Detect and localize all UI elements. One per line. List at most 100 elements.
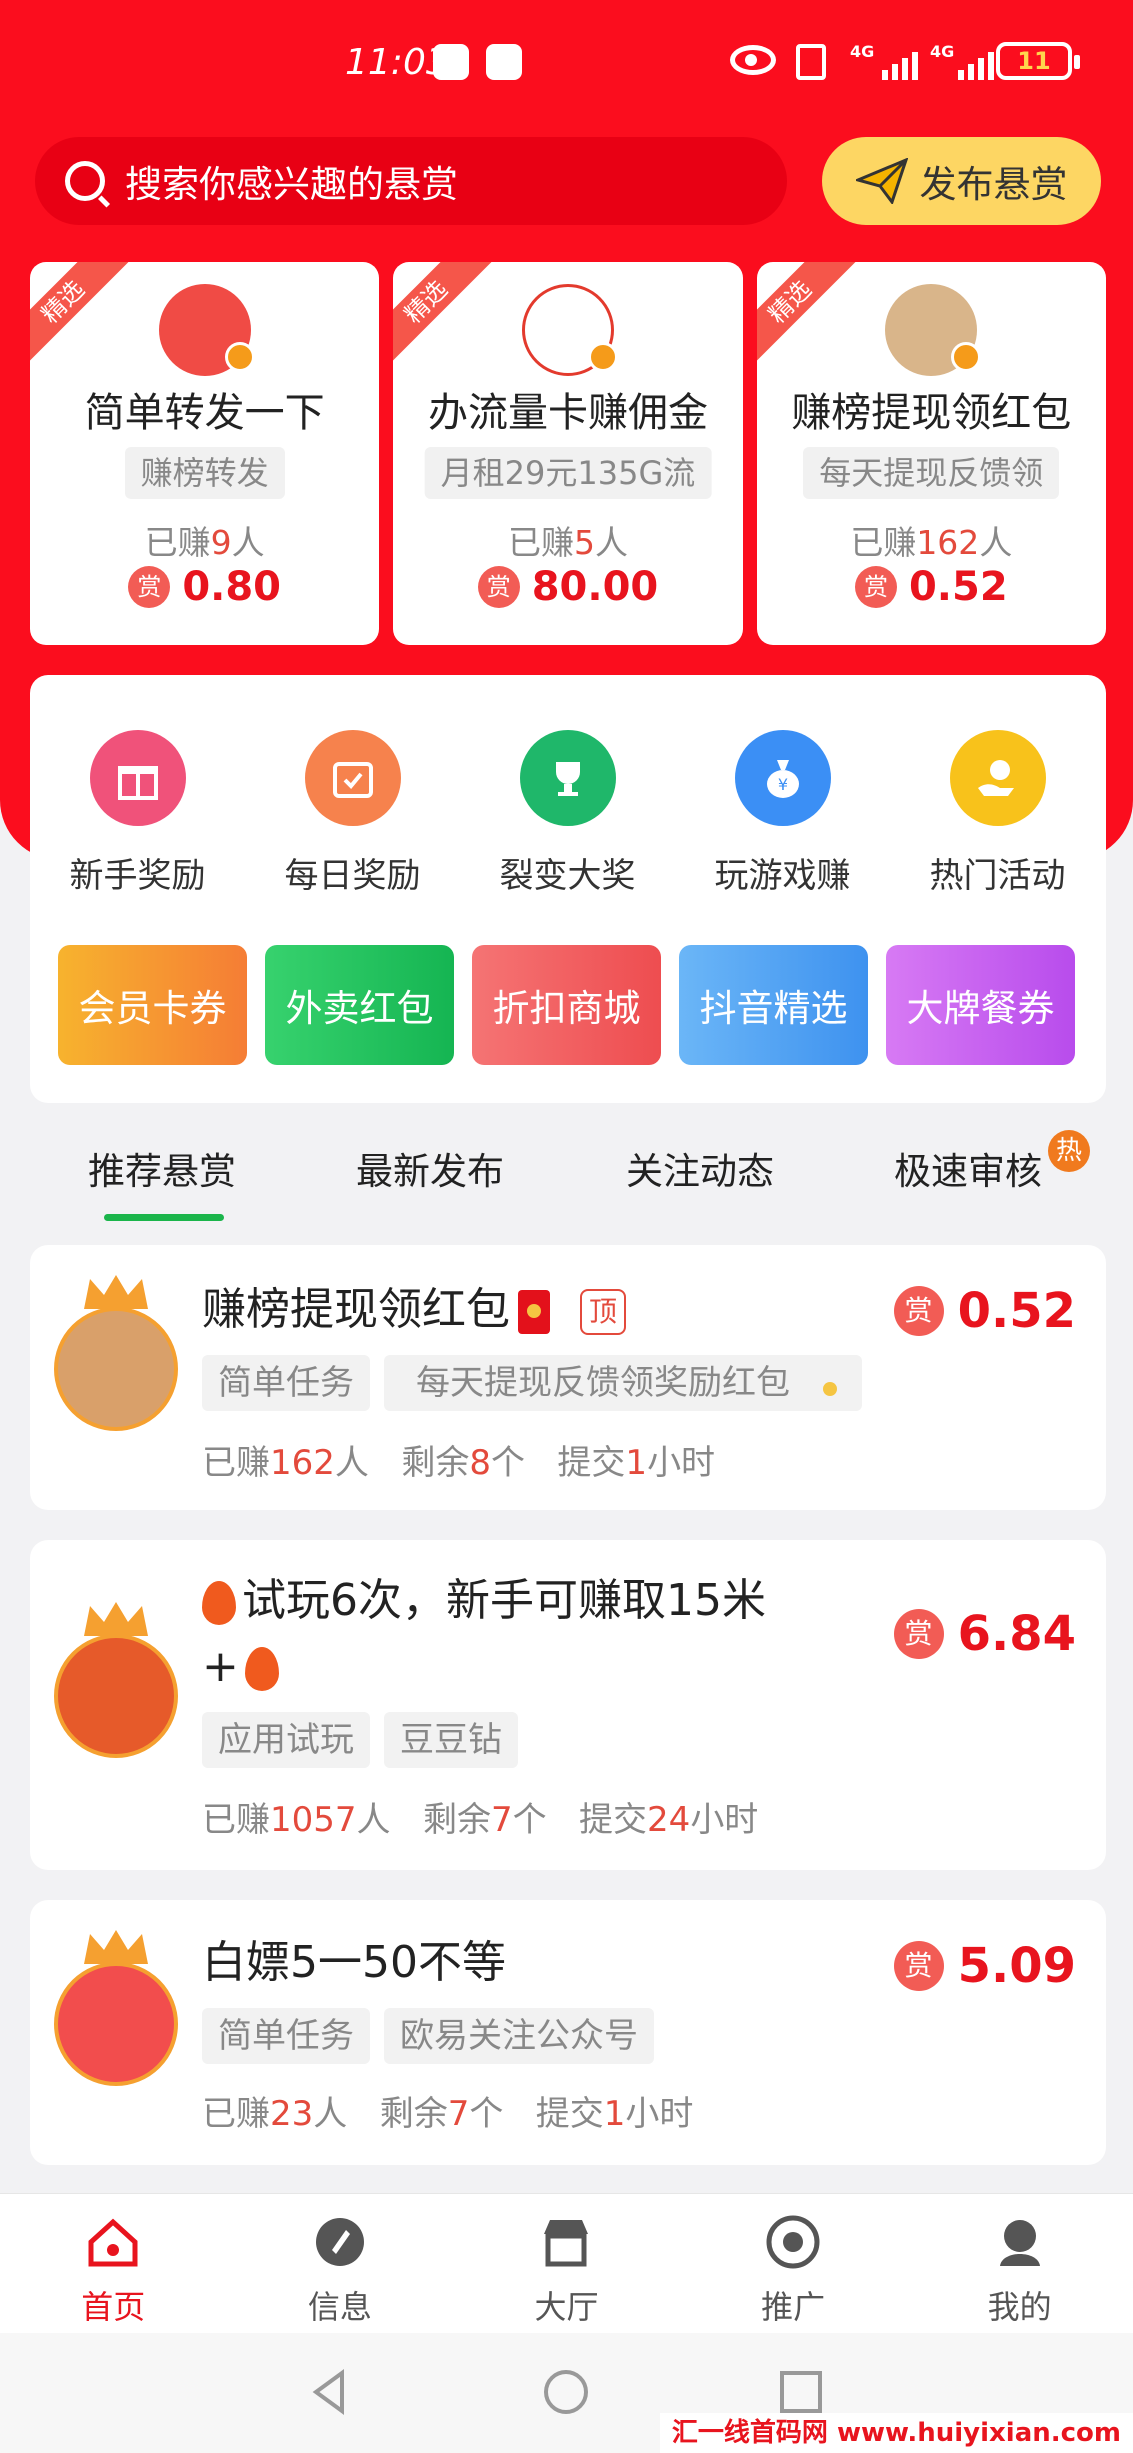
featured-card[interactable]: 精选 赚榜提现领红包 每天提现反馈领 已赚162人 赏 0.52 [756, 262, 1106, 645]
network-type-1: 4G [850, 42, 875, 61]
task-tag: 简单任务 [202, 2008, 370, 2064]
quick-hot-events[interactable]: 热门活动 [890, 730, 1105, 897]
back-icon[interactable] [308, 2369, 354, 2415]
search-bar[interactable]: 搜索你感兴趣的悬赏 [35, 137, 787, 225]
quick-label: 每日奖励 [284, 856, 421, 896]
tab-latest[interactable]: 最新发布 [356, 1141, 504, 1195]
nav-promote[interactable]: 推广 [680, 2194, 907, 2333]
featured-title: 简单转发一下 [84, 390, 325, 436]
signal-icon-2 [958, 50, 994, 80]
publish-button[interactable]: 发布悬赏 [822, 137, 1101, 225]
aperture-icon [766, 2215, 820, 2269]
avatar [54, 1307, 178, 1431]
task-tag: 简单任务 [202, 1355, 370, 1411]
fire-icon [202, 1581, 236, 1625]
rocket-icon [315, 2218, 364, 2266]
tile-douyin-picks[interactable]: 抖音精选 [679, 945, 868, 1065]
battery-icon: 11 [996, 42, 1080, 80]
task-tag: 豆豆钻 [384, 1712, 518, 1768]
featured-title: 办流量卡赚佣金 [427, 390, 708, 436]
reward-icon: 赏 [893, 1286, 944, 1336]
avatar [54, 1634, 178, 1758]
red-envelope-icon [518, 1290, 550, 1334]
tile-discount-mall[interactable]: 折扣商城 [472, 945, 661, 1065]
quick-daily-reward[interactable]: 每日奖励 [245, 730, 460, 897]
quick-label: 新手奖励 [69, 856, 206, 896]
featured-earned: 已赚5人 [507, 523, 628, 562]
task-card[interactable]: 白嫖5一50不等 赏 5.09 简单任务 欧易关注公众号 已赚23人 剩余7个 提交… [30, 1900, 1106, 2165]
vibrate-icon [796, 44, 826, 80]
gift-icon [89, 730, 186, 826]
task-tags: 简单任务 欧易关注公众号 [202, 2008, 654, 2064]
task-title: 试玩6次，新手可赚取15米 [202, 1568, 766, 1634]
status-bar: 11:03 4G 4G 11 [0, 0, 1133, 120]
tab-following[interactable]: 关注动态 [626, 1141, 774, 1195]
task-tabs: 推荐悬赏 最新发布 关注动态 极速审核 [30, 1128, 1106, 1221]
reward-icon: 赏 [854, 566, 897, 608]
task-meta: 已赚1057人 剩余7个 提交24小时 [202, 1800, 759, 1840]
nav-hall[interactable]: 大厅 [453, 2194, 680, 2333]
nav-home[interactable]: 首页 [0, 2194, 227, 2333]
coin-hand-icon [949, 730, 1046, 826]
wechat-icon [486, 44, 522, 80]
quick-play-games[interactable]: ¥ 玩游戏赚 [675, 730, 890, 897]
featured-earned: 已赚9人 [144, 523, 265, 562]
trophy-icon [519, 730, 616, 826]
task-price: 赏 5.09 [893, 1938, 1076, 1994]
search-placeholder: 搜索你感兴趣的悬赏 [125, 163, 458, 206]
featured-price: 赏 0.80 [30, 564, 379, 610]
nav-profile[interactable]: 我的 [906, 2194, 1133, 2333]
tile-member-coupons[interactable]: 会员卡券 [58, 945, 247, 1065]
tab-recommended[interactable]: 推荐悬赏 [88, 1141, 236, 1221]
task-title: 白嫖5一50不等 [202, 1937, 506, 1988]
featured-price: 赏 80.00 [393, 564, 742, 610]
shop-icon [544, 2220, 589, 2267]
task-tag: 欧易关注公众号 [384, 2008, 654, 2064]
hot-badge: 热 [1048, 1130, 1090, 1172]
featured-earned: 已赚162人 [850, 523, 1013, 562]
task-title-line2: + [202, 1634, 285, 1700]
tile-brand-meal-coupons[interactable]: 大牌餐券 [886, 945, 1075, 1065]
svg-text:¥: ¥ [777, 775, 787, 794]
home-icon [88, 2218, 138, 2267]
bottom-nav: 首页 信息 大厅 推广 我的 [0, 2193, 1133, 2333]
task-card[interactable]: 赚榜提现领红包顶 赏 0.52 简单任务 每天提现反馈领奖励红包 已赚162人 剩余… [30, 1245, 1106, 1510]
featured-tag: 赚榜转发 [124, 447, 285, 499]
task-price: 赏 0.52 [893, 1283, 1076, 1339]
task-tag: 每天提现反馈领奖励红包 [384, 1355, 862, 1411]
search-icon [65, 161, 105, 201]
featured-price: 赏 0.52 [757, 564, 1106, 610]
task-meta: 已赚23人 剩余7个 提交1小时 [202, 2094, 694, 2134]
publish-label: 发布悬赏 [919, 163, 1068, 206]
pinned-badge: 顶 [580, 1289, 626, 1335]
profile-icon [999, 2220, 1040, 2266]
task-card[interactable]: 试玩6次，新手可赚取15米 + 赏 6.84 应用试玩 豆豆钻 已赚1057人 剩余… [30, 1540, 1106, 1870]
reward-icon: 赏 [477, 566, 520, 608]
fire-icon [244, 1647, 279, 1691]
featured-ribbon: 精选 [393, 262, 493, 368]
task-title: 赚榜提现领红包顶 [202, 1277, 626, 1343]
featured-tag: 月租29元135G流 [424, 447, 712, 499]
calendar-check-icon [304, 730, 401, 826]
tab-fast-review[interactable]: 极速审核 [894, 1141, 1042, 1195]
featured-card[interactable]: 精选 办流量卡赚佣金 月租29元135G流 已赚5人 赏 80.00 [393, 262, 743, 645]
quick-label: 热门活动 [929, 856, 1066, 896]
featured-cards: 精选 简单转发一下 赚榜转发 已赚9人 赏 0.80 精选 办流量卡赚佣金 月租2… [30, 262, 1106, 645]
task-meta: 已赚162人 剩余8个 提交1小时 [202, 1443, 716, 1483]
quick-newbie-reward[interactable]: 新手奖励 [30, 730, 245, 897]
tile-takeaway-redpack[interactable]: 外卖红包 [265, 945, 454, 1065]
reward-icon: 赏 [893, 1941, 944, 1991]
qq-icon [433, 44, 469, 80]
red-envelope-icon [814, 1367, 846, 1402]
reward-icon: 赏 [128, 566, 171, 608]
home-circle-icon[interactable] [543, 2369, 589, 2415]
featured-ribbon: 精选 [30, 262, 129, 368]
nav-messages[interactable]: 信息 [227, 2194, 454, 2333]
featured-title: 赚榜提现领红包 [791, 390, 1072, 436]
paper-plane-icon [855, 158, 908, 204]
featured-card[interactable]: 精选 简单转发一下 赚榜转发 已赚9人 赏 0.80 [30, 262, 380, 645]
crown-icon [587, 342, 618, 372]
featured-ribbon: 精选 [756, 262, 856, 368]
recents-icon[interactable] [778, 2369, 824, 2415]
quick-fission-prize[interactable]: 裂变大奖 [460, 730, 675, 897]
